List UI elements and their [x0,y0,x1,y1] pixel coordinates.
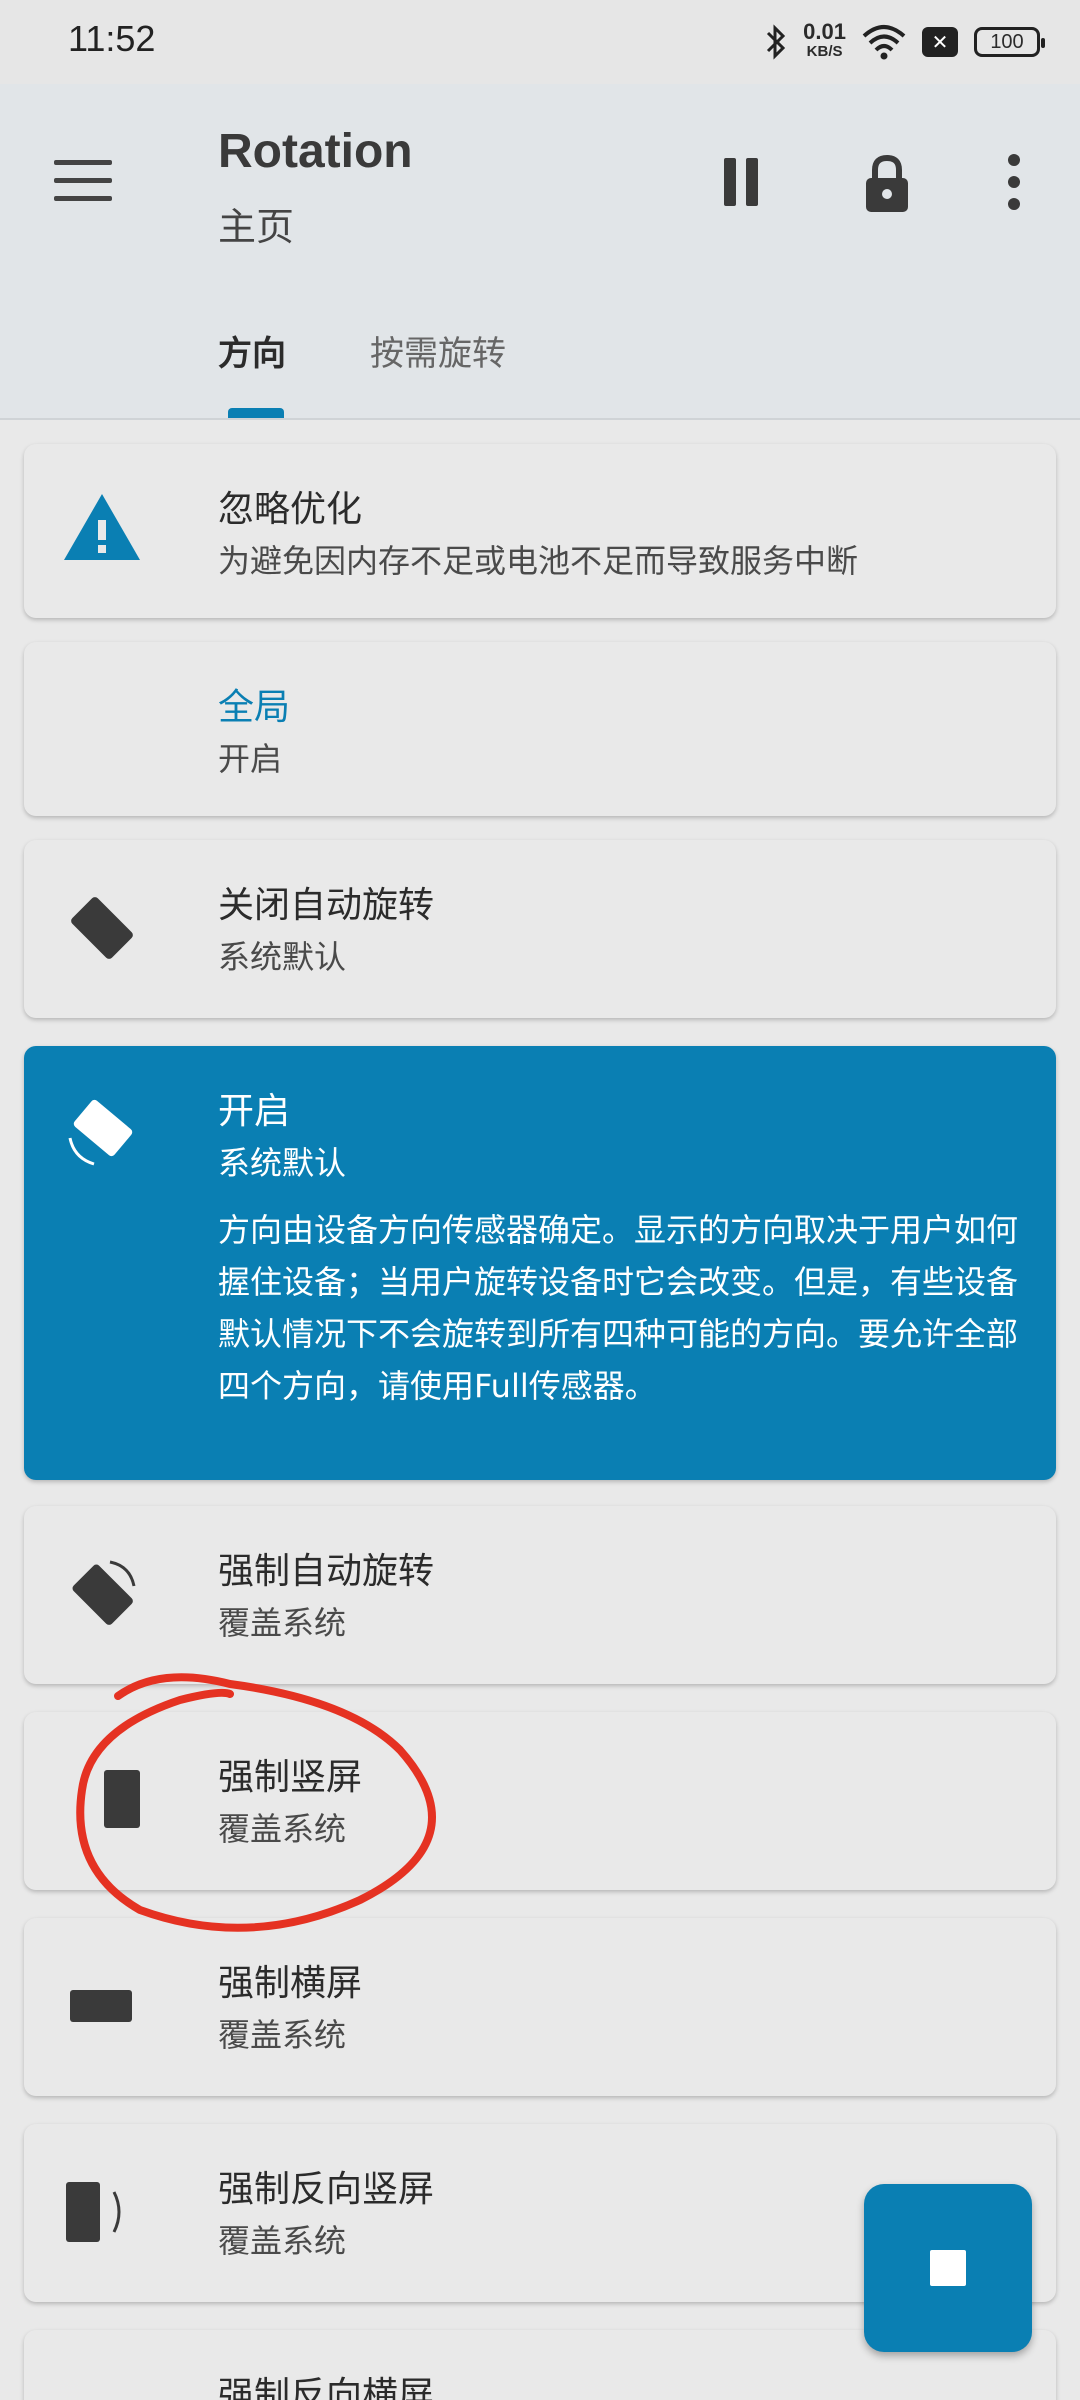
pause-icon[interactable] [724,158,764,208]
landscape-icon [70,1990,132,2022]
auto-rotate-icon [68,1099,133,1166]
card-title: 强制反向横屏 [218,2375,435,2400]
status-icons: 0.01 KB/S ✕ 100 [765,18,1045,66]
card-subtitle: 为避免因内存不足或电池不足而导致服务中断 [218,542,859,580]
card-subtitle: 覆盖系统 [218,2016,347,2054]
card-subtitle: 系统默认 [218,938,347,976]
card-subtitle: 系统默认 [218,1144,347,1182]
card-description: 方向由设备方向传感器确定。显示的方向取决于用户如何握住设备；当用户旋转设备时它会… [218,1211,1019,1405]
portrait-icon [104,1770,140,1828]
lock-icon[interactable] [862,152,912,216]
card-title: 全局 [218,687,291,728]
global-card[interactable]: 全局 开启 [24,642,1056,816]
force-portrait-card[interactable]: 强制竖屏 覆盖系统 [24,1712,1056,1890]
stop-icon [930,2250,966,2286]
wifi-icon [862,25,906,60]
battery-icon: 100 [974,27,1045,57]
status-time: 11:52 [68,18,156,59]
force-rotate-icon [72,1560,136,1625]
card-title: 强制反向竖屏 [218,2169,435,2210]
menu-icon[interactable] [54,160,114,204]
card-title: 关闭自动旋转 [218,885,435,926]
app-title: Rotation [218,125,413,178]
card-subtitle: 覆盖系统 [218,2222,347,2260]
notification-x-icon: ✕ [922,27,958,57]
tab-on-demand-rotation[interactable]: 按需旋转 [370,326,506,375]
stop-service-button[interactable] [864,2184,1032,2352]
status-bar: 11:52 0.01 KB/S ✕ 100 [0,0,1080,84]
phone-tilted-icon [71,897,133,959]
more-options-icon[interactable] [1004,154,1024,214]
bluetooth-icon [767,24,786,60]
reverse-portrait-icon [66,2182,121,2242]
enable-auto-rotate-card[interactable]: 开启 系统默认 方向由设备方向传感器确定。显示的方向取决于用户如何握住设备；当用… [24,1046,1056,1480]
force-auto-rotate-card[interactable]: 强制自动旋转 覆盖系统 [24,1506,1056,1684]
card-title: 开启 [218,1091,291,1132]
tab-indicator [228,408,284,418]
page-subtitle: 主页 [218,205,295,249]
card-title: 强制竖屏 [218,1757,363,1798]
card-title: 忽略优化 [218,489,363,530]
tab-orientation[interactable]: 方向 [218,326,286,375]
card-title: 强制自动旋转 [218,1551,435,1592]
card-subtitle: 开启 [218,740,283,778]
card-title: 强制横屏 [218,1963,363,2004]
warning-icon [64,494,140,560]
app-bar: Rotation 主页 方向 按需旋转 [0,84,1080,420]
card-subtitle: 覆盖系统 [218,1810,347,1848]
disable-auto-rotate-card[interactable]: 关闭自动旋转 系统默认 [24,840,1056,1018]
card-subtitle: 覆盖系统 [218,1604,347,1642]
ignore-optimization-card[interactable]: 忽略优化 为避免因内存不足或电池不足而导致服务中断 [24,444,1056,618]
network-speed: 0.01 KB/S [803,19,846,61]
force-landscape-card[interactable]: 强制横屏 覆盖系统 [24,1918,1056,2096]
